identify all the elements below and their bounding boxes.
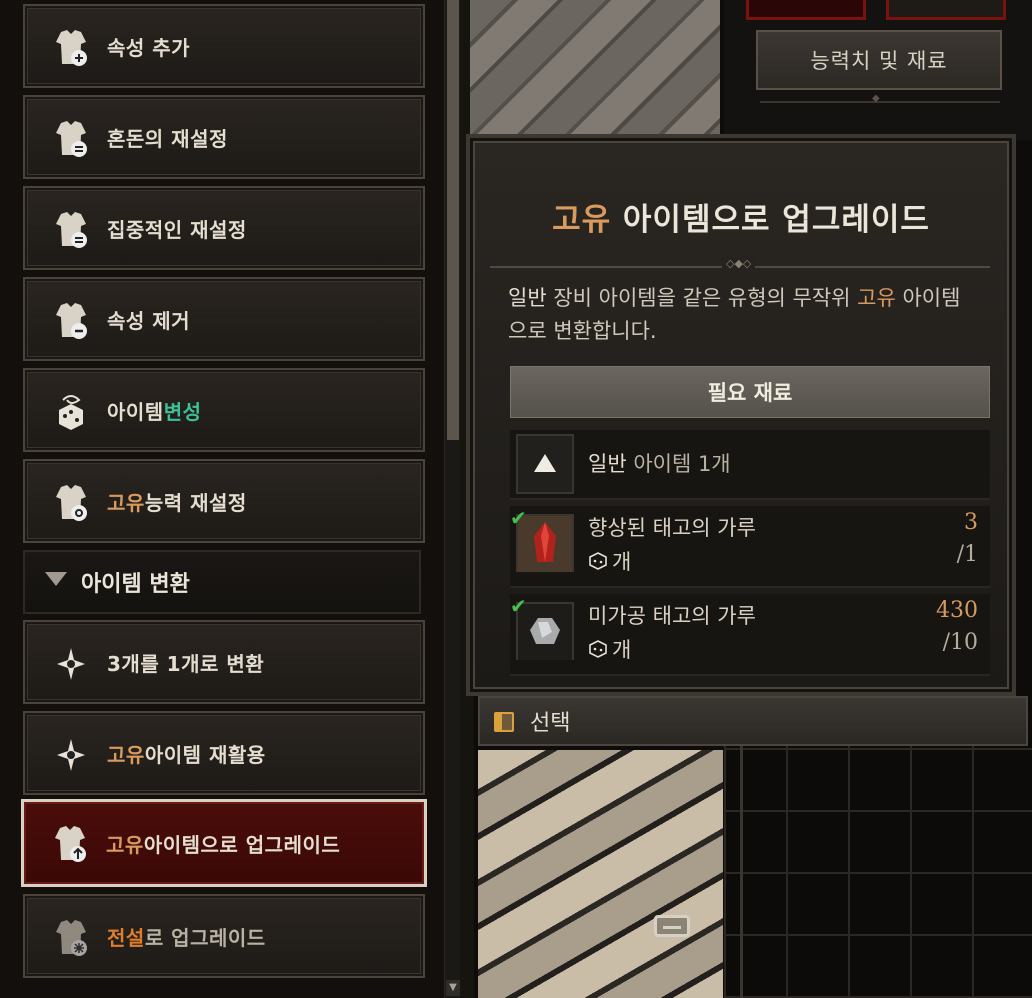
menu-item-label: 고유 아이템 재활용 <box>107 713 266 793</box>
requirement-unit: 개 <box>588 634 631 664</box>
menu-item-upgrade-to-legendary[interactable]: 전설 로 업그레이드 <box>23 894 425 978</box>
mouse-button-icon <box>494 712 514 732</box>
section-header-item-conversion[interactable]: 아이템 변환 <box>23 550 421 614</box>
armor-gear-icon <box>56 485 87 521</box>
slot-icon <box>654 915 690 937</box>
menu-item-salvage-unique[interactable]: 고유 아이템 재활용 <box>23 711 425 795</box>
required-count: /10 <box>942 630 978 655</box>
tooltip-title: 고유 아이템으로 업그레이드 <box>470 194 1012 239</box>
requirements-header: 필요 재료 <box>510 366 990 418</box>
dice-icon <box>589 640 607 658</box>
scroll-down-arrow-icon[interactable]: ▼ <box>446 980 460 996</box>
check-icon: ✔ <box>510 594 527 618</box>
label-highlight: 고유 <box>107 490 145 515</box>
triangle-icon <box>534 454 556 472</box>
menu-item-label: 아이템 변성 <box>107 370 202 450</box>
recipe-tooltip: 고유 아이템으로 업그레이드 일반 장비 아이템을 같은 유형의 무작위 고유 … <box>466 134 1016 696</box>
armor-plus-icon <box>56 30 87 66</box>
dice-swirl-icon <box>59 395 83 430</box>
requirement-name: 미가공 태고의 가루 <box>588 604 756 628</box>
owned-count: 430 <box>936 598 978 623</box>
select-label: 선택 <box>530 711 571 736</box>
tooltip-description: 일반 장비 아이템을 같은 유형의 무작위 고유 아이템으로 변환합니다. <box>508 282 978 348</box>
menu-item-label: 속성 추가 <box>107 35 191 60</box>
menu-item-three-to-one[interactable]: 3개를 1개로 변환 <box>23 620 425 704</box>
menu-item-transmute[interactable]: 아이템 변성 <box>23 368 425 452</box>
menu-item-label: 고유 능력 재설정 <box>107 461 247 541</box>
label-text: 능력 재설정 <box>144 490 247 515</box>
crafting-menu: 속성 추가 혼돈의 재설정 집중적인 재설정 속성 제거 아이템 변성 고유 능… <box>0 0 446 998</box>
title-text: 아이템으로 업그레이드 <box>611 202 930 238</box>
desc-common: 일반 <box>508 286 547 310</box>
name-text: 아이템 1개 <box>626 452 731 476</box>
menu-item-label: 고유 아이템으로 업그레이드 <box>106 802 340 884</box>
check-icon: ✔ <box>510 506 527 530</box>
menu-item-label: 전설 로 업그레이드 <box>107 896 266 976</box>
top-tab[interactable] <box>746 0 866 20</box>
label-text: 아이템으로 업그레이드 <box>143 832 341 857</box>
requirement-row: ✔ 미가공 태고의 가루 개 430 /10 <box>510 594 990 676</box>
menu-item-label: 속성 제거 <box>107 308 191 333</box>
menu-item-reroll-unique[interactable]: 고유 능력 재설정 <box>23 459 425 543</box>
label-highlight: 변성 <box>163 399 202 424</box>
owned-count: 3 <box>964 510 978 535</box>
spiky-star-icon <box>57 739 85 771</box>
label-highlight: 고유 <box>106 832 144 857</box>
label-text: 로 업그레이드 <box>144 925 266 950</box>
armor-minus-icon <box>56 303 87 339</box>
top-tab[interactable] <box>886 0 1006 20</box>
armor-upgrade-icon <box>55 826 86 862</box>
armor-reset-icon <box>56 121 87 157</box>
requirement-name: 향상된 태고의 가루 <box>588 516 756 540</box>
unit-text: 개 <box>612 638 632 662</box>
background-scene <box>470 0 720 140</box>
inventory-grid[interactable] <box>724 740 1032 998</box>
desc-text: 장비 아이템을 같은 유형의 무작위 <box>546 286 858 310</box>
requirement-unit: 개 <box>588 546 631 576</box>
menu-item-label: 집중적인 재설정 <box>107 217 247 242</box>
section-title: 아이템 변환 <box>81 572 190 597</box>
title-highlight: 고유 <box>552 202 612 238</box>
menu-item-label: 혼돈의 재설정 <box>107 126 228 151</box>
collapse-triangle-icon[interactable] <box>45 572 67 586</box>
label-text: 아이템 재활용 <box>144 742 266 767</box>
requirement-row: ✔ 향상된 태고의 가루 개 3 /1 <box>510 506 990 588</box>
divider <box>760 93 1000 104</box>
unit-text: 개 <box>612 550 632 574</box>
menu-item-chaos-reroll[interactable]: 혼돈의 재설정 <box>23 95 425 179</box>
required-count: /1 <box>956 542 978 567</box>
select-action-bar[interactable]: 선택 <box>478 696 1028 746</box>
background-scene <box>478 750 723 998</box>
stats-materials-button[interactable]: 능력치 및 재료 <box>756 30 1002 90</box>
armor-reset-icon <box>56 212 87 248</box>
menu-item-focused-reroll[interactable]: 집중적인 재설정 <box>23 186 425 270</box>
menu-item-upgrade-to-unique[interactable]: 고유 아이템으로 업그레이드 <box>21 799 427 887</box>
menu-item-label: 3개를 1개로 변환 <box>107 651 265 676</box>
label-text: 아이템 <box>107 399 164 424</box>
divider <box>740 740 743 998</box>
common-item-thumb <box>516 434 574 494</box>
requirement-row: 일반 아이템 1개 <box>510 430 990 500</box>
menu-item-remove-affix[interactable]: 속성 제거 <box>23 277 425 361</box>
label-highlight: 고유 <box>107 742 145 767</box>
menu-item-add-affix[interactable]: 속성 추가 <box>23 4 425 88</box>
armor-snowflake-icon <box>56 920 87 956</box>
menu-scrollbar[interactable]: ▼ <box>444 0 460 998</box>
label-highlight: 전설 <box>107 925 145 950</box>
ornamental-divider <box>490 257 990 270</box>
requirement-name: 일반 아이템 1개 <box>588 448 731 478</box>
dice-icon <box>589 552 607 570</box>
scroll-thumb[interactable] <box>447 0 459 440</box>
name-common: 일반 <box>588 452 627 476</box>
desc-unique: 고유 <box>857 286 896 310</box>
spiky-star-icon <box>57 648 85 680</box>
